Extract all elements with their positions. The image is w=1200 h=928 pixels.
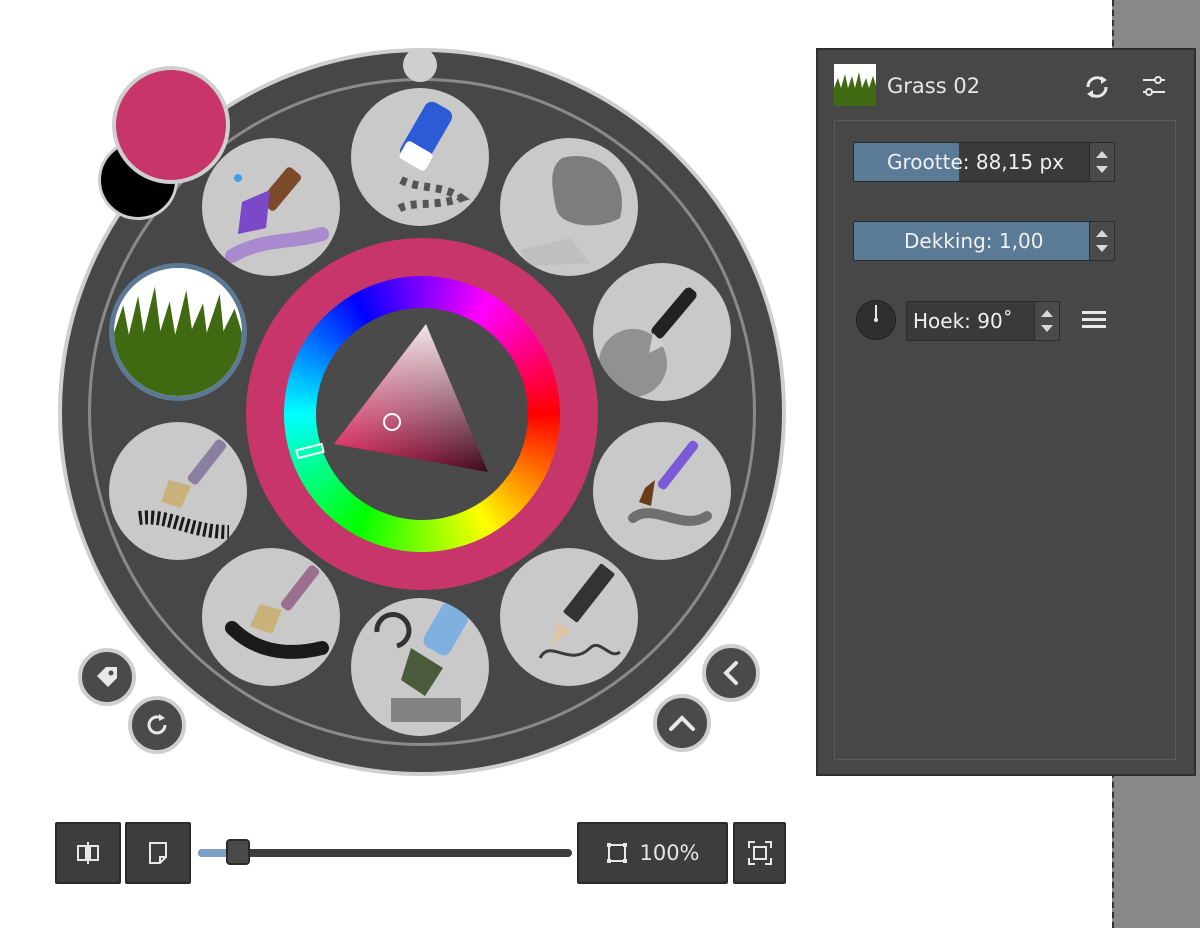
reload-icon: [1086, 76, 1108, 98]
pen-icon: [599, 287, 697, 397]
fit-view-icon: [747, 841, 772, 865]
zoom-button[interactable]: 100%: [577, 822, 728, 884]
brush-slot-marker[interactable]: [351, 598, 489, 736]
fit-view-button[interactable]: [733, 822, 786, 884]
size-value: Grootte: 88,15 px: [887, 150, 1064, 174]
opacity-value: Dekking: 1,00: [904, 229, 1044, 253]
brush-slot-pencil[interactable]: [500, 548, 638, 686]
brush-slot-fan[interactable]: [202, 548, 340, 686]
palette-handle[interactable]: [403, 48, 437, 82]
size-slider[interactable]: Grootte: 88,15 px: [853, 142, 1115, 182]
brush-settings-area: [834, 120, 1176, 760]
rotation-slider-track[interactable]: [198, 849, 572, 857]
bristle-brush-icon: [138, 439, 230, 539]
sliders-icon: [1143, 76, 1165, 96]
watercolor-brush-icon: [628, 440, 712, 526]
reload-preset-button[interactable]: [1082, 72, 1112, 106]
canvas-only-button[interactable]: [125, 822, 191, 884]
chevron-left-icon: [723, 661, 738, 685]
brush-slot-airbrush[interactable]: [202, 138, 340, 276]
chevron-up-icon: [669, 715, 695, 731]
saturation-value-triangle[interactable]: [316, 308, 528, 520]
hamburger-menu-icon: [1082, 311, 1106, 328]
blender-icon: [520, 156, 622, 266]
foreground-color-swatch[interactable]: [112, 66, 230, 184]
grass-icon: [114, 268, 242, 396]
preset-name: Grass 02: [887, 74, 981, 98]
tag-icon: [97, 667, 117, 687]
angle-field[interactable]: Hoek: 90˚: [906, 301, 1060, 341]
expand-up-button[interactable]: [653, 694, 711, 752]
angle-dial-icon: [874, 305, 878, 322]
brush-slot-blender[interactable]: [500, 138, 638, 276]
preset-thumbnail[interactable]: [834, 64, 876, 106]
fan-brush-icon: [225, 565, 329, 659]
refresh-icon: [147, 714, 167, 735]
brush-slot-grass[interactable]: [109, 263, 247, 401]
eraser-icon: [394, 101, 470, 214]
brush-slot-eraser[interactable]: [351, 88, 489, 226]
angle-dial[interactable]: [856, 300, 896, 340]
brush-slot-bristle[interactable]: [109, 422, 247, 560]
zoom-level: 100%: [639, 841, 700, 865]
brush-slot-pen[interactable]: [593, 263, 731, 401]
opacity-spinner[interactable]: [1089, 222, 1114, 260]
marker-icon: [374, 602, 469, 722]
zoom-frame-icon: [607, 843, 628, 863]
grass-icon: [834, 72, 876, 106]
angle-menu-button[interactable]: [1080, 307, 1108, 337]
tag-button[interactable]: [78, 648, 136, 706]
brush-slot-watercolor[interactable]: [593, 422, 731, 560]
angle-value: Hoek: 90˚: [913, 309, 1013, 333]
rotation-slider-thumb[interactable]: [226, 839, 250, 865]
refresh-button[interactable]: [128, 696, 186, 754]
page-icon: [149, 842, 167, 864]
angle-spinner[interactable]: [1034, 302, 1059, 340]
airbrush-icon: [225, 167, 329, 263]
mirror-canvas-button[interactable]: [55, 822, 121, 884]
pencil-icon: [538, 563, 621, 659]
opacity-slider[interactable]: Dekking: 1,00: [853, 221, 1115, 261]
mirror-icon: [77, 842, 99, 864]
collapse-left-button[interactable]: [702, 644, 760, 702]
size-spinner[interactable]: [1089, 143, 1114, 181]
preset-settings-button[interactable]: [1140, 72, 1168, 104]
